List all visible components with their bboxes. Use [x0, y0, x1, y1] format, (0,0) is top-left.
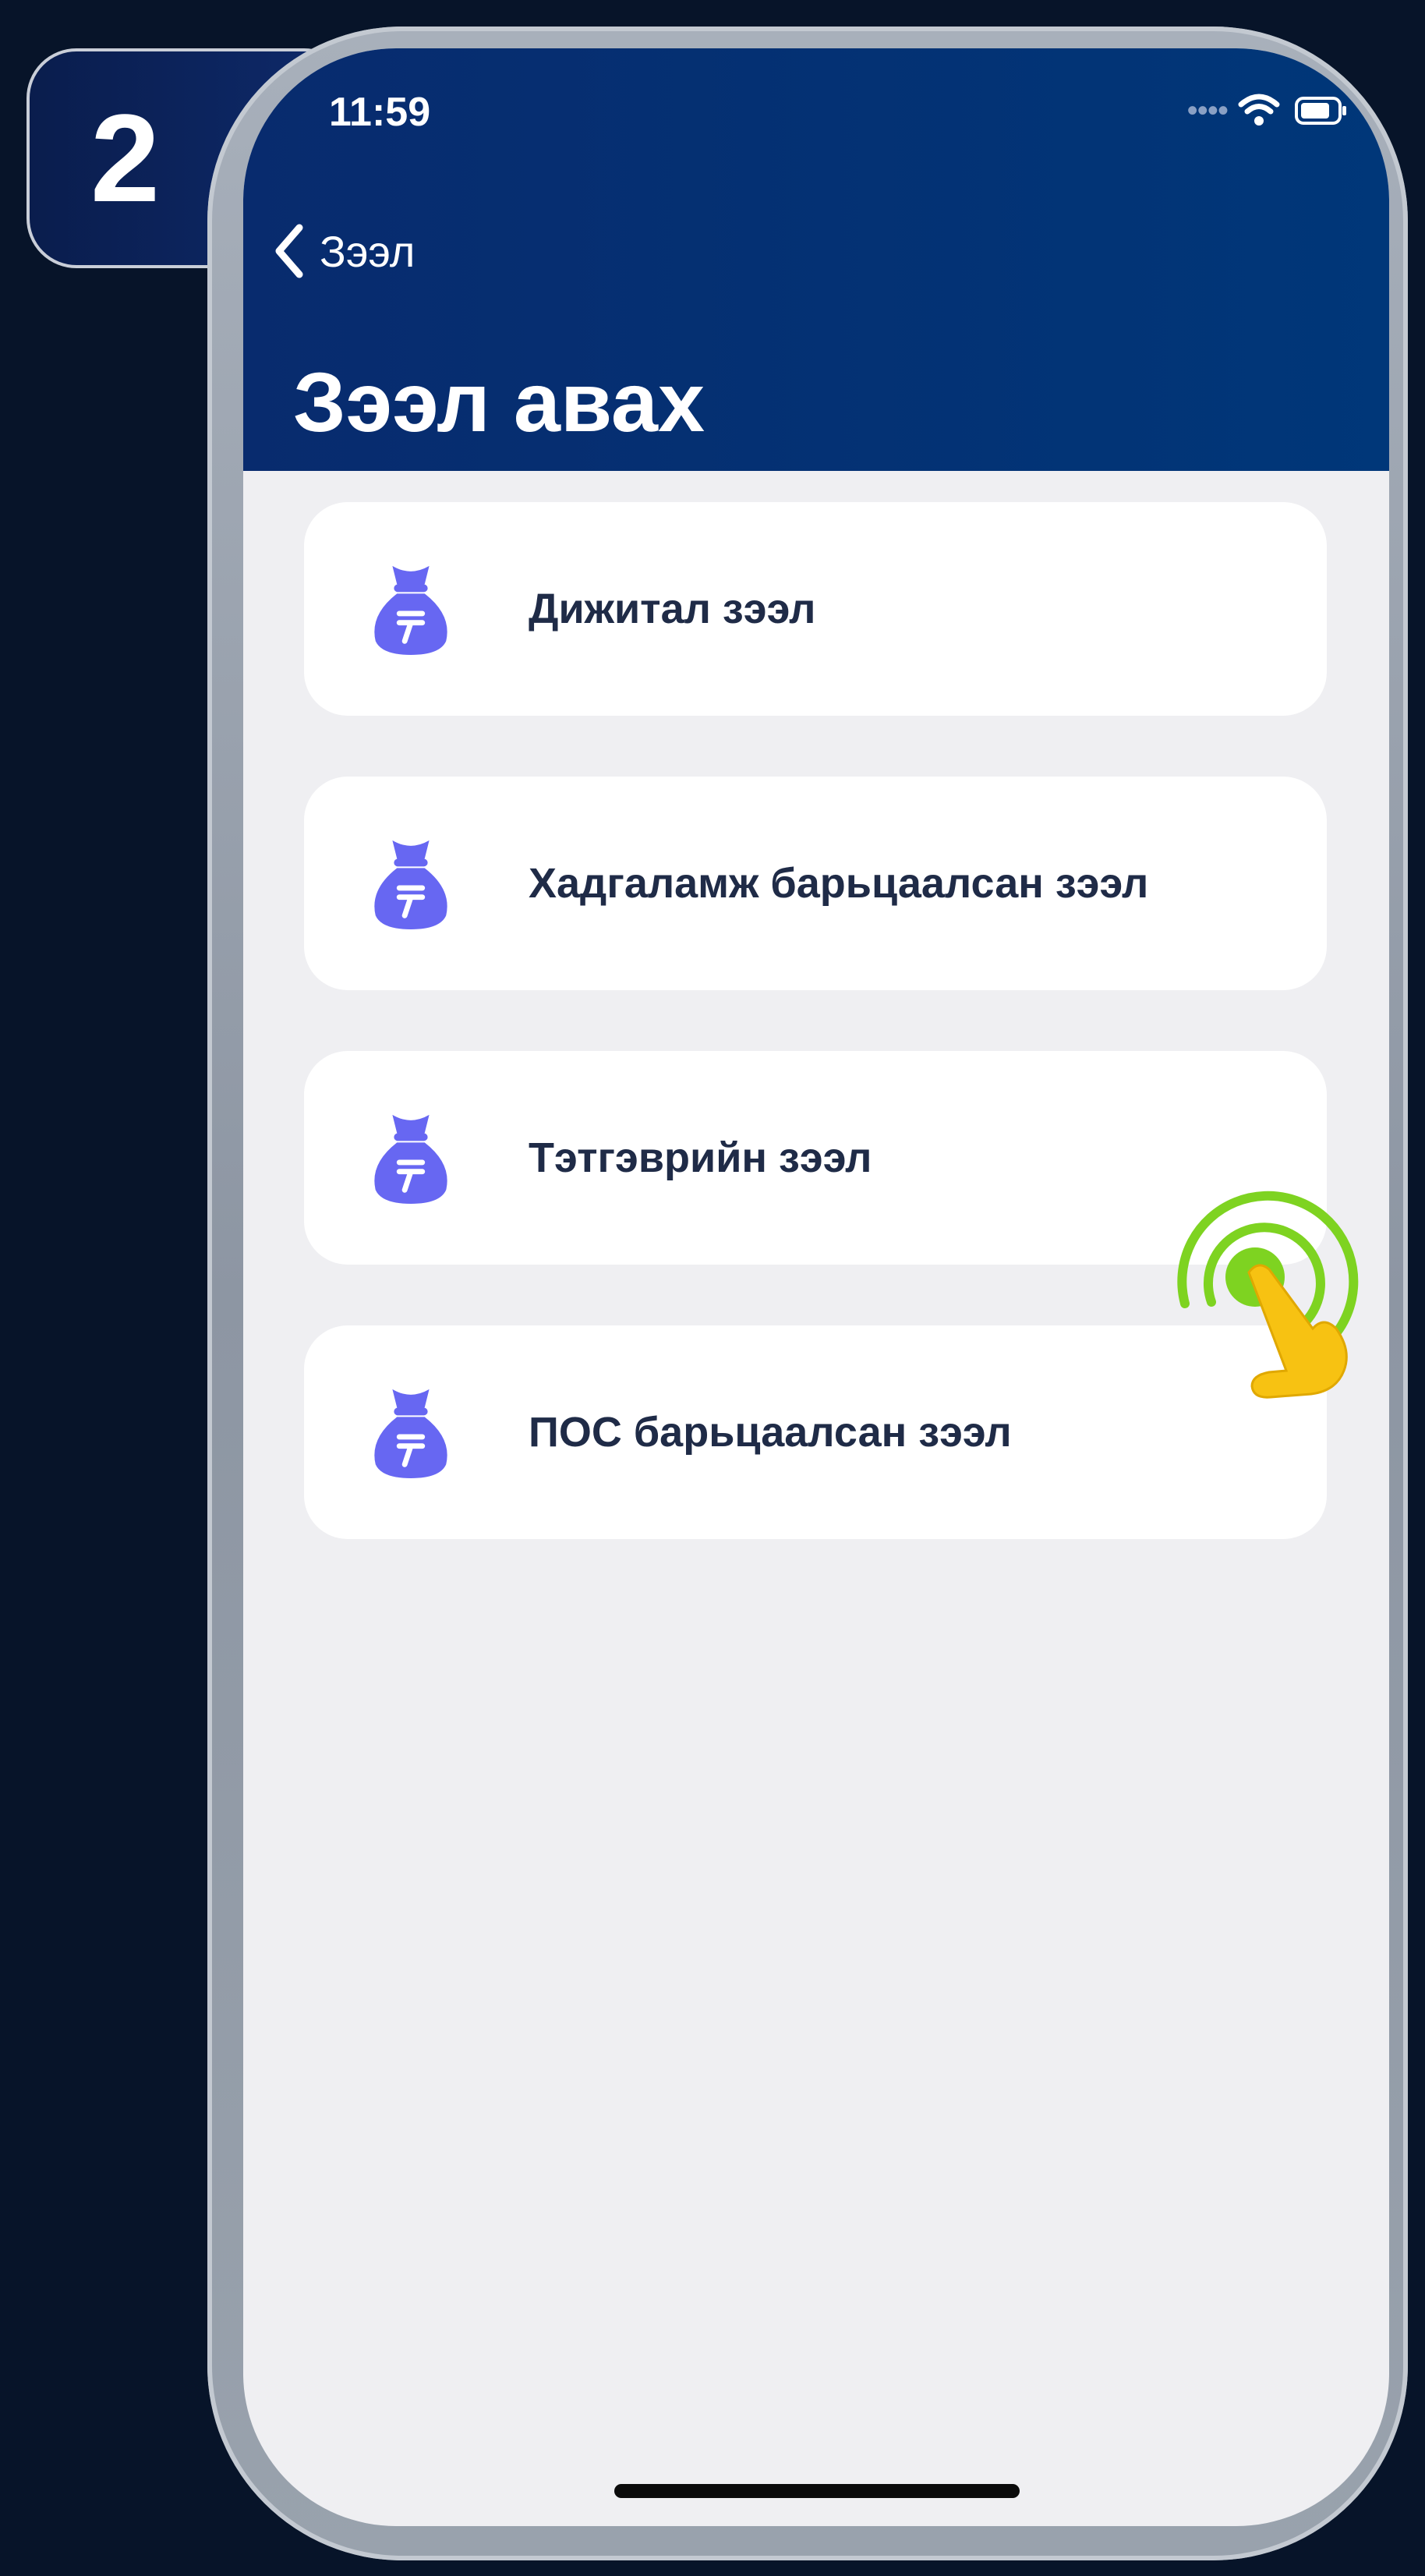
loan-option-savings-backed[interactable]: Хадгаламж барьцаалсан зээл [304, 777, 1327, 990]
wifi-icon [1238, 94, 1280, 126]
step-number: 2 [90, 88, 160, 228]
home-indicator[interactable] [614, 2484, 1020, 2498]
loan-option-label: Хадгаламж барьцаалсан зээл [529, 860, 1149, 907]
loan-option-label: ПОС барьцаалсан зээл [529, 1409, 1012, 1456]
back-button[interactable]: Зээл [271, 212, 415, 290]
battery-icon [1295, 97, 1346, 125]
tap-hand-icon [1177, 1191, 1359, 1399]
status-icons: • • • • [1187, 87, 1349, 134]
status-time: 11:59 [329, 90, 431, 135]
loan-option-digital[interactable]: Дижитал зээл [304, 502, 1327, 716]
loan-option-label: Тэтгэврийн зээл [529, 1134, 872, 1181]
money-bag-icon [374, 840, 447, 929]
back-label: Зээл [320, 226, 415, 276]
cellular-dots-icon: • • • • [1186, 94, 1229, 128]
phone-screen: 11:59 • • • • Зээл Зээл авах Дижитал зээ… [243, 48, 1389, 2526]
header: 11:59 • • • • Зээл Зээл авах [243, 48, 1389, 471]
money-bag-icon [374, 1114, 447, 1204]
money-bag-icon [374, 565, 447, 655]
chevron-left-icon [275, 224, 303, 278]
loan-options-list: Дижитал зээл Хадгаламж барьцаалсан зээл … [304, 502, 1327, 1600]
loan-option-label: Дижитал зээл [529, 586, 816, 632]
page-title: Зээл авах [293, 355, 705, 449]
money-bag-icon [374, 1389, 447, 1478]
